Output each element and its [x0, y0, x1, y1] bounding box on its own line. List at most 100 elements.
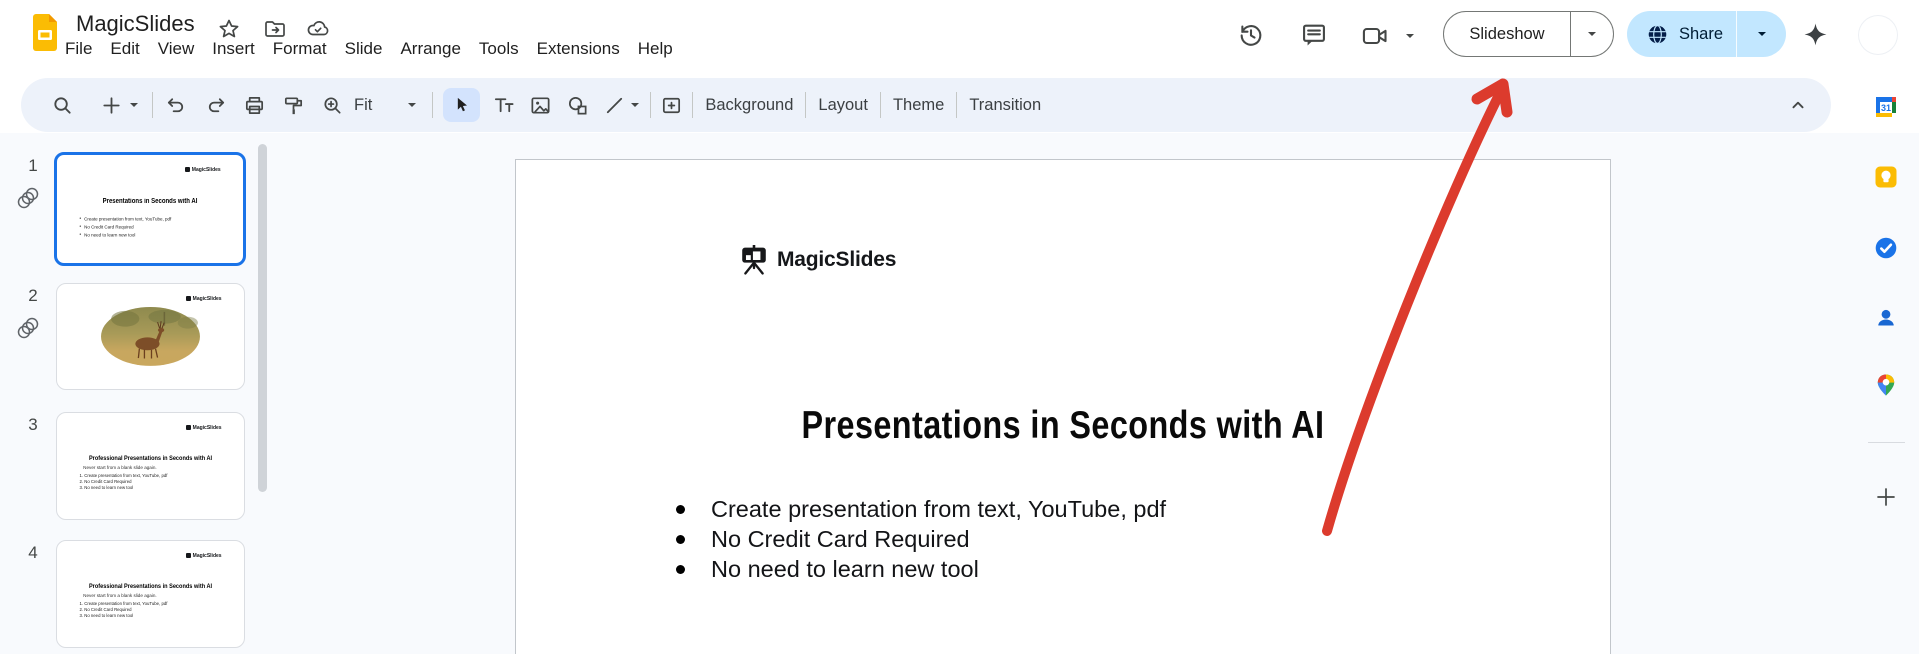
thumbnail-logo: MagicSlides [185, 553, 222, 559]
thumbnail-logo: MagicSlides [184, 167, 221, 173]
call-options-caret-icon[interactable] [1404, 30, 1416, 42]
slide-logo-text: MagicSlides [777, 248, 897, 271]
slide-thumbnail-3[interactable]: MagicSlides Professional Presentations i… [56, 412, 245, 520]
fit-zoom-caret-icon[interactable] [406, 99, 418, 111]
google-calendar-icon[interactable]: 31 [1873, 94, 1899, 120]
background-button[interactable]: Background [705, 96, 793, 115]
search-menus-icon[interactable] [51, 94, 74, 117]
toolbar-separator [152, 92, 153, 118]
menu-tools[interactable]: Tools [470, 36, 528, 62]
slide-thumbnail-4[interactable]: MagicSlides Professional Presentations i… [56, 540, 245, 648]
document-title[interactable]: MagicSlides [76, 11, 195, 37]
join-call-icon[interactable] [1361, 22, 1389, 50]
print-icon[interactable] [243, 94, 266, 117]
filmstrip-scrollbar[interactable] [258, 144, 267, 492]
menu-format[interactable]: Format [264, 36, 336, 62]
get-addons-icon[interactable] [1875, 486, 1897, 508]
new-slide-icon[interactable] [100, 94, 123, 117]
hide-menus-icon[interactable] [1787, 94, 1809, 116]
layout-button[interactable]: Layout [818, 96, 868, 115]
insert-shape-icon[interactable] [566, 94, 589, 117]
slideshow-button[interactable]: Slideshow [1443, 11, 1614, 57]
deer-photo [101, 307, 200, 366]
fit-zoom-select[interactable]: Fit [354, 96, 372, 115]
google-keep-icon[interactable] [1873, 164, 1899, 190]
bullet-item: No need to learn new tool [676, 554, 1166, 584]
cursor-arrow-icon [457, 97, 467, 112]
redo-icon[interactable] [204, 94, 227, 117]
theme-button[interactable]: Theme [893, 96, 944, 115]
slide-2-transition-icon[interactable] [16, 316, 40, 340]
menu-file[interactable]: File [56, 36, 101, 62]
menu-arrange[interactable]: Arrange [391, 36, 469, 62]
thumbnail-1-content: MagicSlides Presentations in Seconds wit… [57, 155, 243, 263]
thumbnail-numbered-list: 1. Create presentation from text, YouTub… [79, 601, 168, 618]
insert-line-icon[interactable] [603, 94, 626, 117]
user-avatar[interactable] [1859, 16, 1897, 54]
line-options-caret-icon[interactable] [629, 99, 641, 111]
share-button[interactable]: Share [1627, 11, 1786, 57]
menu-help[interactable]: Help [629, 36, 682, 62]
thumbnail-numbered-list: 1. Create presentation from text, YouTub… [79, 473, 168, 490]
menu-extensions[interactable]: Extensions [528, 36, 629, 62]
thumbnail-subtitle: Never start from a blank slide again. [83, 593, 157, 599]
share-options-button[interactable] [1737, 28, 1786, 40]
slide-3-number: 3 [28, 415, 38, 434]
thumbnail-bullets: Create presentation from text, YouTube, … [79, 215, 171, 239]
slide-4-number: 4 [28, 543, 38, 562]
thumbnail-title: Professional Presentations in Seconds wi… [88, 455, 213, 463]
thumbnail-4-content: MagicSlides Professional Presentations i… [57, 541, 244, 647]
slide-thumbnail-1[interactable]: MagicSlides Presentations in Seconds wit… [54, 152, 246, 266]
thumbnail-title: Professional Presentations in Seconds wi… [88, 583, 213, 591]
undo-icon[interactable] [165, 94, 188, 117]
comments-icon[interactable] [1300, 21, 1328, 49]
slideshow-label: Slideshow [1469, 24, 1545, 43]
menu-insert[interactable]: Insert [203, 36, 264, 62]
globe-icon [1648, 24, 1667, 44]
transition-button[interactable]: Transition [969, 96, 1041, 115]
toolbar-separator [692, 92, 694, 118]
logo-mark [185, 553, 191, 559]
toolbar-separator [879, 92, 881, 118]
logo-mark [184, 167, 190, 173]
main-toolbar: Fit Background Layout Theme Transition [21, 78, 1831, 132]
slideshow-options-button[interactable] [1571, 28, 1613, 40]
svg-text:31: 31 [1881, 103, 1891, 113]
menu-view[interactable]: View [149, 36, 204, 62]
google-tasks-icon[interactable] [1873, 235, 1899, 261]
thumbnail-subtitle: Never start from a blank slide again. [83, 465, 157, 471]
bullet-marker [676, 505, 685, 514]
google-slides-app: MagicSlides File Edit View Insert Format… [0, 0, 1919, 654]
insert-placeholder-icon[interactable] [660, 94, 683, 117]
top-bar: MagicSlides File Edit View Insert Format… [0, 0, 1919, 78]
menu-bar: File Edit View Insert Format Slide Arran… [56, 36, 682, 62]
slide-1-transition-icon[interactable] [16, 186, 40, 210]
slide-bullet-textbox[interactable]: Create presentation from text, YouTube, … [676, 494, 1166, 584]
menu-edit[interactable]: Edit [101, 36, 148, 62]
side-panel-divider [1868, 442, 1905, 443]
thumbnail-title: Presentations in Seconds with AI [102, 198, 198, 206]
bullet-marker [676, 535, 685, 544]
slide-title-textbox[interactable]: Presentations in Seconds with AI [609, 404, 1517, 448]
zoom-icon[interactable] [321, 94, 344, 117]
new-slide-caret-icon[interactable] [128, 99, 140, 111]
bullet-item: Create presentation from text, YouTube, … [676, 494, 1166, 524]
bullet-item: No Credit Card Required [676, 524, 1166, 554]
toolbar-separator [956, 92, 958, 118]
slide-canvas[interactable]: MagicSlides Presentations in Seconds wit… [515, 159, 1611, 654]
slide-logo[interactable]: MagicSlides [740, 245, 896, 275]
google-maps-icon[interactable] [1873, 372, 1899, 398]
slide-thumbnail-2[interactable]: MagicSlides [56, 283, 245, 390]
text-box-tool-icon[interactable] [492, 94, 515, 117]
google-contacts-icon[interactable] [1873, 305, 1899, 331]
paint-format-icon[interactable] [282, 94, 305, 117]
share-label: Share [1679, 24, 1724, 43]
insert-image-icon[interactable] [529, 94, 552, 117]
select-tool-button[interactable] [443, 88, 481, 122]
version-history-icon[interactable] [1237, 21, 1265, 49]
thumbnail-logo: MagicSlides [185, 296, 222, 302]
thumbnail-3-content: MagicSlides Professional Presentations i… [57, 413, 244, 519]
gemini-sparkle-icon[interactable] [1802, 22, 1829, 49]
menu-slide[interactable]: Slide [336, 36, 392, 62]
toolbar-separator [650, 92, 652, 118]
